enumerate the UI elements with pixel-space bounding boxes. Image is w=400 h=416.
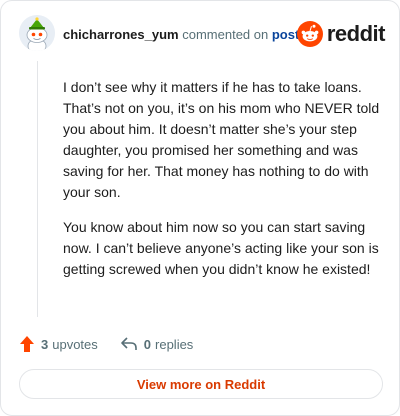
- avatar-icon: [19, 15, 55, 51]
- upvotes-count: 3: [41, 336, 49, 352]
- byline: chicharrones_yum commented on post: [63, 27, 299, 42]
- view-more-button[interactable]: View more on Reddit: [19, 369, 383, 399]
- avatar[interactable]: [19, 15, 55, 51]
- thread-line: [37, 61, 38, 317]
- upvote-arrow-icon: [20, 336, 34, 352]
- upvotes-stat[interactable]: 3 upvotes: [19, 335, 98, 353]
- post-link[interactable]: post: [272, 27, 299, 42]
- replies-count: 0: [143, 336, 152, 352]
- comment-body: I don’t see why it matters if he has to …: [63, 77, 385, 294]
- replies-label: replies: [155, 336, 194, 352]
- comment-header: chicharrones_yum commented on post reddi…: [19, 15, 386, 55]
- upvotes-label: upvotes: [52, 336, 98, 352]
- reddit-logo[interactable]: reddit: [296, 19, 386, 49]
- reddit-logo-icon: [296, 21, 323, 47]
- comment-paragraph: I don’t see why it matters if he has to …: [63, 79, 380, 200]
- reddit-wordmark: reddit: [326, 21, 386, 46]
- comment-stats: 3 upvotes 0 replies: [19, 333, 215, 355]
- username-link[interactable]: chicharrones_yum: [63, 27, 179, 42]
- replies-stat[interactable]: 0 replies: [120, 336, 194, 352]
- comment-paragraph: You know about him now so you can start …: [63, 219, 379, 277]
- comment-embed-card: chicharrones_yum commented on post reddi…: [0, 0, 400, 416]
- byline-action: commented on: [182, 27, 269, 42]
- reply-arrow-icon: [120, 337, 137, 350]
